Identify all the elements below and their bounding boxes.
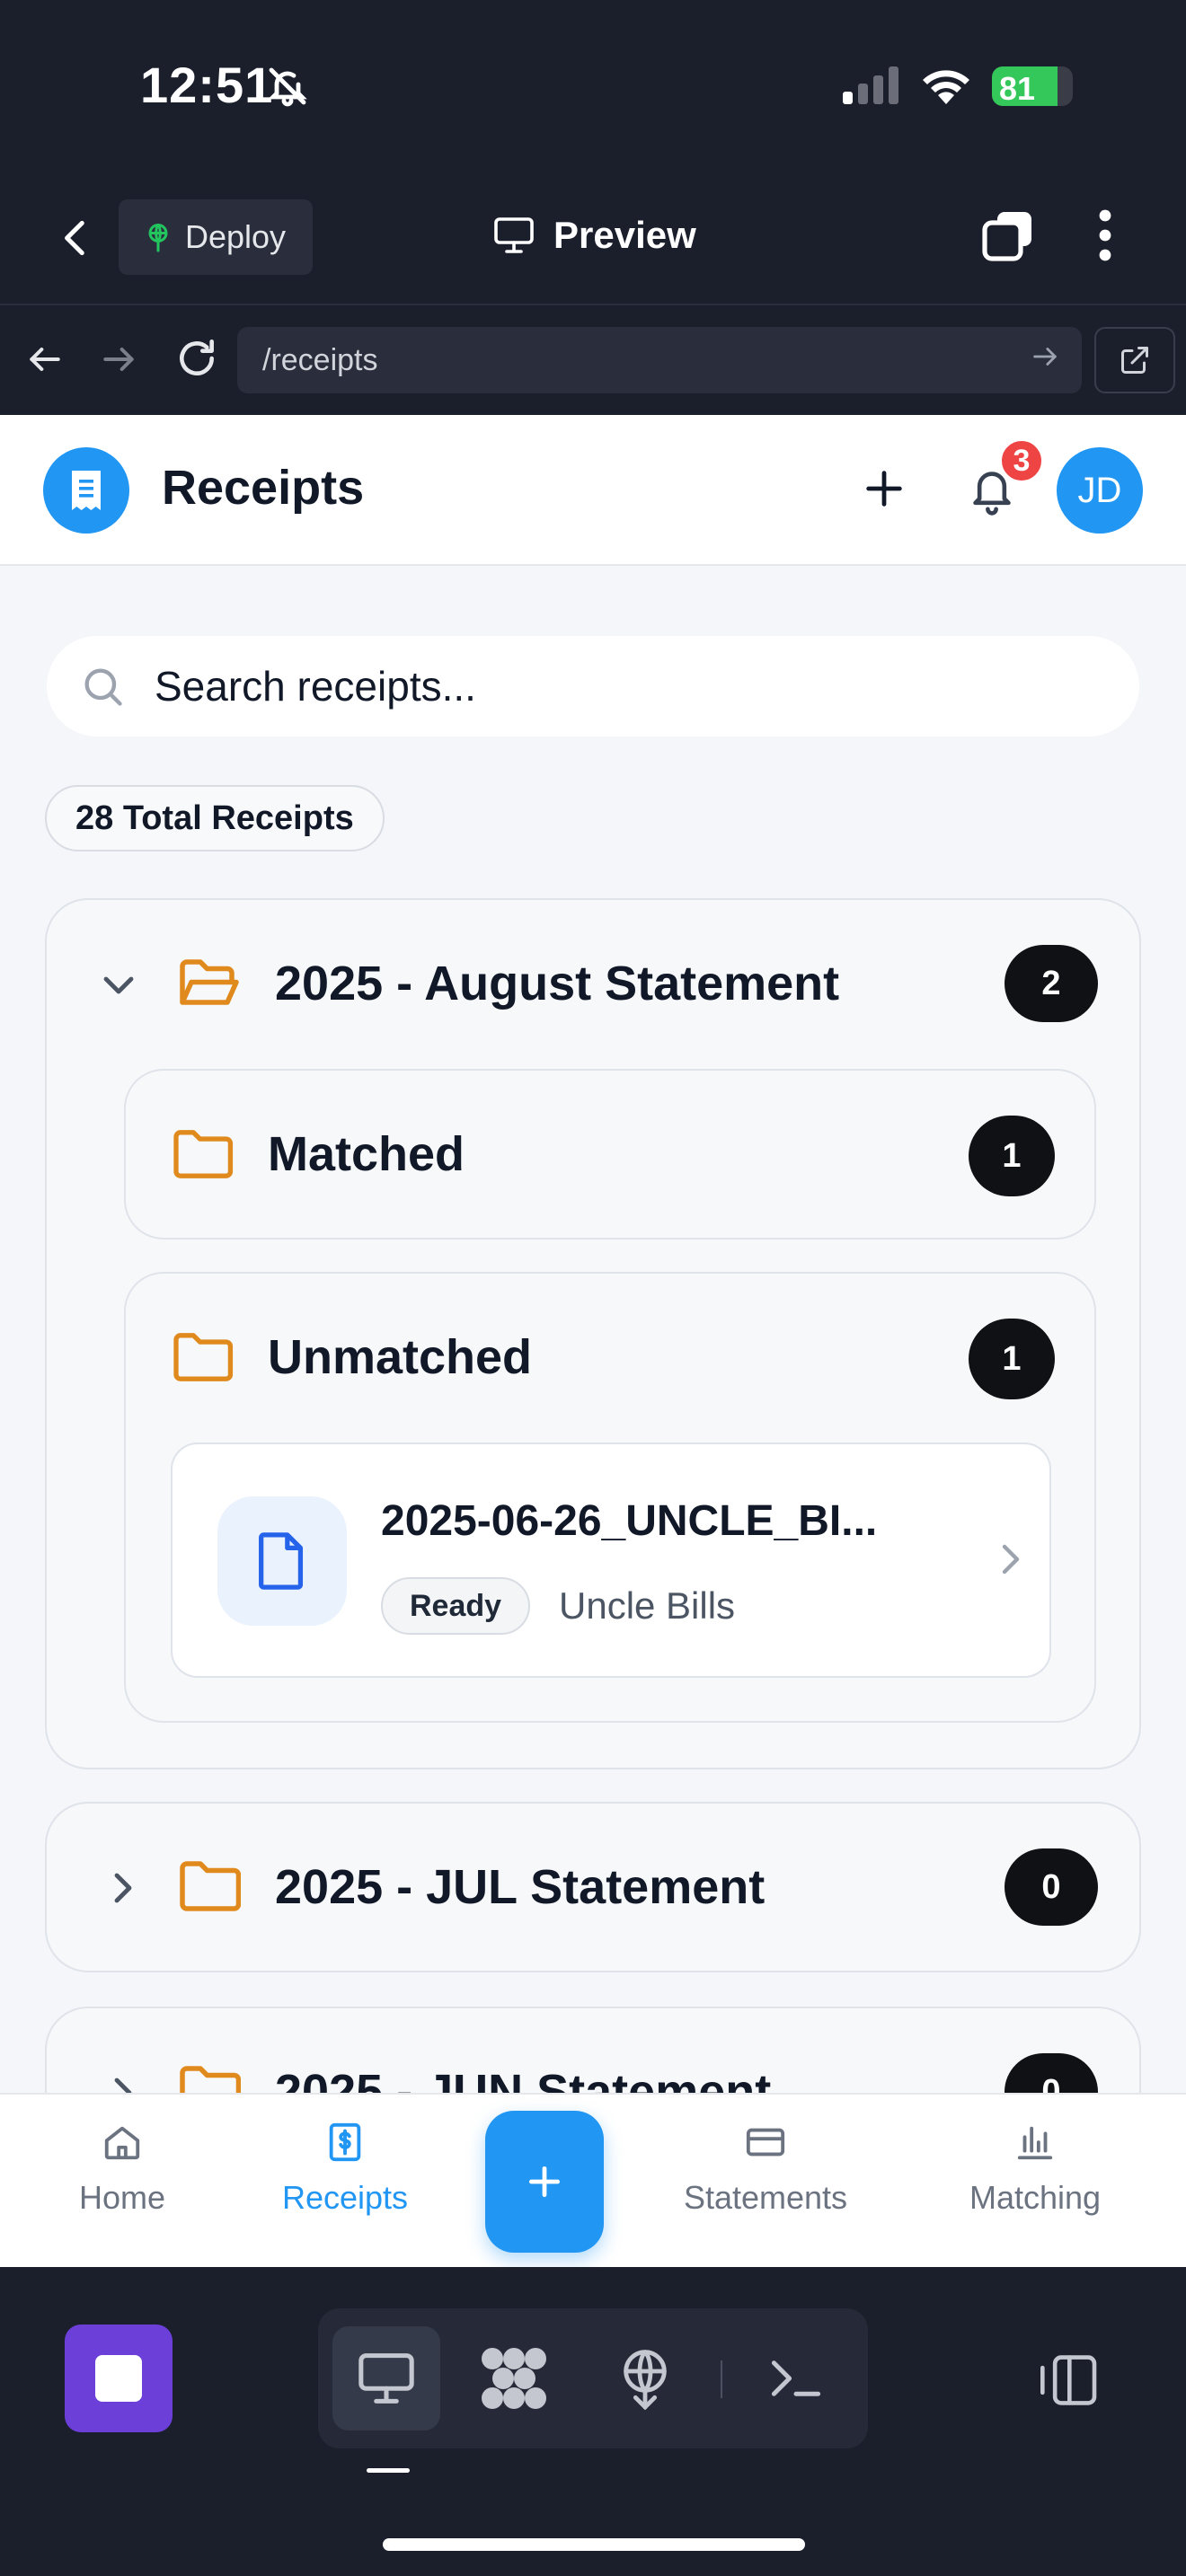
page-header: Receipts 3 JD xyxy=(0,415,1186,566)
folder-icon xyxy=(180,1861,241,1911)
app-logo xyxy=(43,447,129,534)
terminal-icon xyxy=(771,2360,821,2396)
bell-muted-icon xyxy=(268,67,307,107)
app-toolbar: Deploy Preview xyxy=(0,171,1186,305)
monitor-icon xyxy=(358,2353,414,2404)
preview-title: Preview xyxy=(492,208,696,262)
bottom-tab-bar: Home Receipts Statements Matching xyxy=(0,2093,1186,2267)
document-icon xyxy=(259,1532,304,1590)
search-input[interactable] xyxy=(155,662,1139,710)
battery-percent: 81 xyxy=(999,70,1036,106)
monitor-icon xyxy=(494,217,534,253)
chevron-right-icon[interactable] xyxy=(101,1866,144,1910)
subgroup-count: 1 xyxy=(969,1319,1055,1399)
stop-button[interactable] xyxy=(65,2325,173,2432)
network-cluster-icon xyxy=(482,2348,546,2409)
bar-chart-icon xyxy=(1017,2126,1053,2160)
subgroup-title: Unmatched xyxy=(268,1330,533,1384)
total-receipts-pill: 28 Total Receipts xyxy=(45,785,385,851)
plus-icon[interactable] xyxy=(861,465,907,512)
url-text: /receipts xyxy=(262,342,378,377)
stop-icon xyxy=(95,2355,142,2402)
status-bar: 12:51 81 xyxy=(0,0,1186,171)
wifi-icon xyxy=(923,70,969,104)
back-chevron-icon[interactable] xyxy=(54,216,99,260)
tab-matching[interactable]: Matching xyxy=(927,2122,1143,2247)
url-go-arrow-icon[interactable] xyxy=(1030,341,1060,372)
search-bar xyxy=(47,636,1139,737)
external-link-icon xyxy=(1121,347,1148,374)
receipt-filename: 2025-06-26_UNCLE_BI... xyxy=(381,1497,878,1545)
tab-label: Home xyxy=(78,2179,166,2216)
dock-deploy-button[interactable] xyxy=(591,2326,699,2430)
plus-icon xyxy=(528,2166,561,2198)
subgroup-matched[interactable]: Matched 1 xyxy=(124,1069,1096,1239)
dock-terminal-button[interactable] xyxy=(742,2326,850,2430)
dock-agents-button[interactable] xyxy=(460,2326,568,2430)
browser-url-bar: /receipts xyxy=(0,305,1186,415)
home-icon xyxy=(104,2126,140,2160)
notification-count-badge: 3 xyxy=(999,438,1044,483)
statement-group[interactable]: 2025 - JUL Statement 0 xyxy=(45,1802,1141,1972)
dock-active-indicator xyxy=(367,2468,410,2473)
subgroup-title: Matched xyxy=(268,1127,465,1181)
deploy-icon xyxy=(624,2350,667,2410)
card-icon xyxy=(746,2128,785,2157)
receipt-vendor: Uncle Bills xyxy=(559,1584,736,1627)
subgroup-count: 1 xyxy=(969,1116,1055,1196)
battery-indicator: 81 xyxy=(992,66,1073,106)
statement-group-count: 0 xyxy=(1005,1848,1098,1926)
dock-divider xyxy=(721,2360,722,2398)
tab-label: Matching xyxy=(969,2179,1102,2216)
statement-group-header[interactable]: 2025 - August Statement 2 xyxy=(47,900,1139,1069)
dollar-receipt-icon xyxy=(329,2122,361,2162)
tab-label: Receipts xyxy=(281,2179,409,2216)
add-receipt-fab[interactable] xyxy=(485,2111,604,2253)
search-icon xyxy=(84,668,122,706)
arrow-right-icon[interactable] xyxy=(99,340,138,379)
subgroup-unmatched[interactable]: Unmatched 1 2025-06-26_UNCLE_BI... Ready… xyxy=(124,1272,1096,1723)
document-tile xyxy=(217,1496,347,1626)
arrow-left-icon[interactable] xyxy=(25,340,65,379)
preview-label: Preview xyxy=(553,214,696,256)
dock-preview-button[interactable] xyxy=(332,2326,440,2430)
open-external-button[interactable] xyxy=(1094,327,1175,393)
chevron-down-icon[interactable] xyxy=(97,963,140,1006)
deploy-button[interactable]: Deploy xyxy=(119,199,313,275)
tab-home[interactable]: Home xyxy=(14,2122,230,2247)
reload-icon[interactable] xyxy=(174,336,219,381)
folder-icon xyxy=(173,1130,234,1178)
statement-group-title: 2025 - August Statement xyxy=(275,957,840,1010)
tab-statements[interactable]: Statements xyxy=(658,2122,873,2247)
url-field[interactable]: /receipts xyxy=(237,327,1082,393)
receipt-icon xyxy=(72,471,101,510)
folder-icon xyxy=(173,1333,234,1381)
dev-dock xyxy=(0,2267,1186,2576)
deploy-label: Deploy xyxy=(185,218,287,255)
statement-group: 2025 - August Statement 2 Matched 1 Unma… xyxy=(45,898,1141,1769)
statement-group-count: 2 xyxy=(1005,945,1098,1022)
home-indicator xyxy=(383,2538,805,2551)
status-badge: Ready xyxy=(381,1577,531,1635)
user-avatar[interactable]: JD xyxy=(1057,447,1143,534)
deploy-icon xyxy=(148,224,168,252)
panel-toggle-icon[interactable] xyxy=(1035,2353,1100,2407)
tab-label: Statements xyxy=(683,2179,848,2216)
more-vertical-icon[interactable] xyxy=(1087,208,1123,262)
receipt-list-item[interactable]: 2025-06-26_UNCLE_BI... Ready Uncle Bills xyxy=(171,1442,1051,1678)
page-viewport: Receipts 3 JD 28 Total Receipts 2025 - A… xyxy=(0,415,1186,2267)
folder-open-icon xyxy=(180,959,239,1005)
chevron-right-icon xyxy=(1002,1544,1020,1575)
page-title: Receipts xyxy=(162,461,365,515)
tabs-switcher-icon[interactable] xyxy=(981,208,1035,262)
cellular-signal-icon xyxy=(843,66,898,104)
statement-group-title: 2025 - JUL Statement xyxy=(275,1860,766,1914)
status-time: 12:51 xyxy=(140,57,274,113)
dock-tool-group xyxy=(318,2308,868,2448)
tab-receipts[interactable]: Receipts xyxy=(237,2122,453,2247)
